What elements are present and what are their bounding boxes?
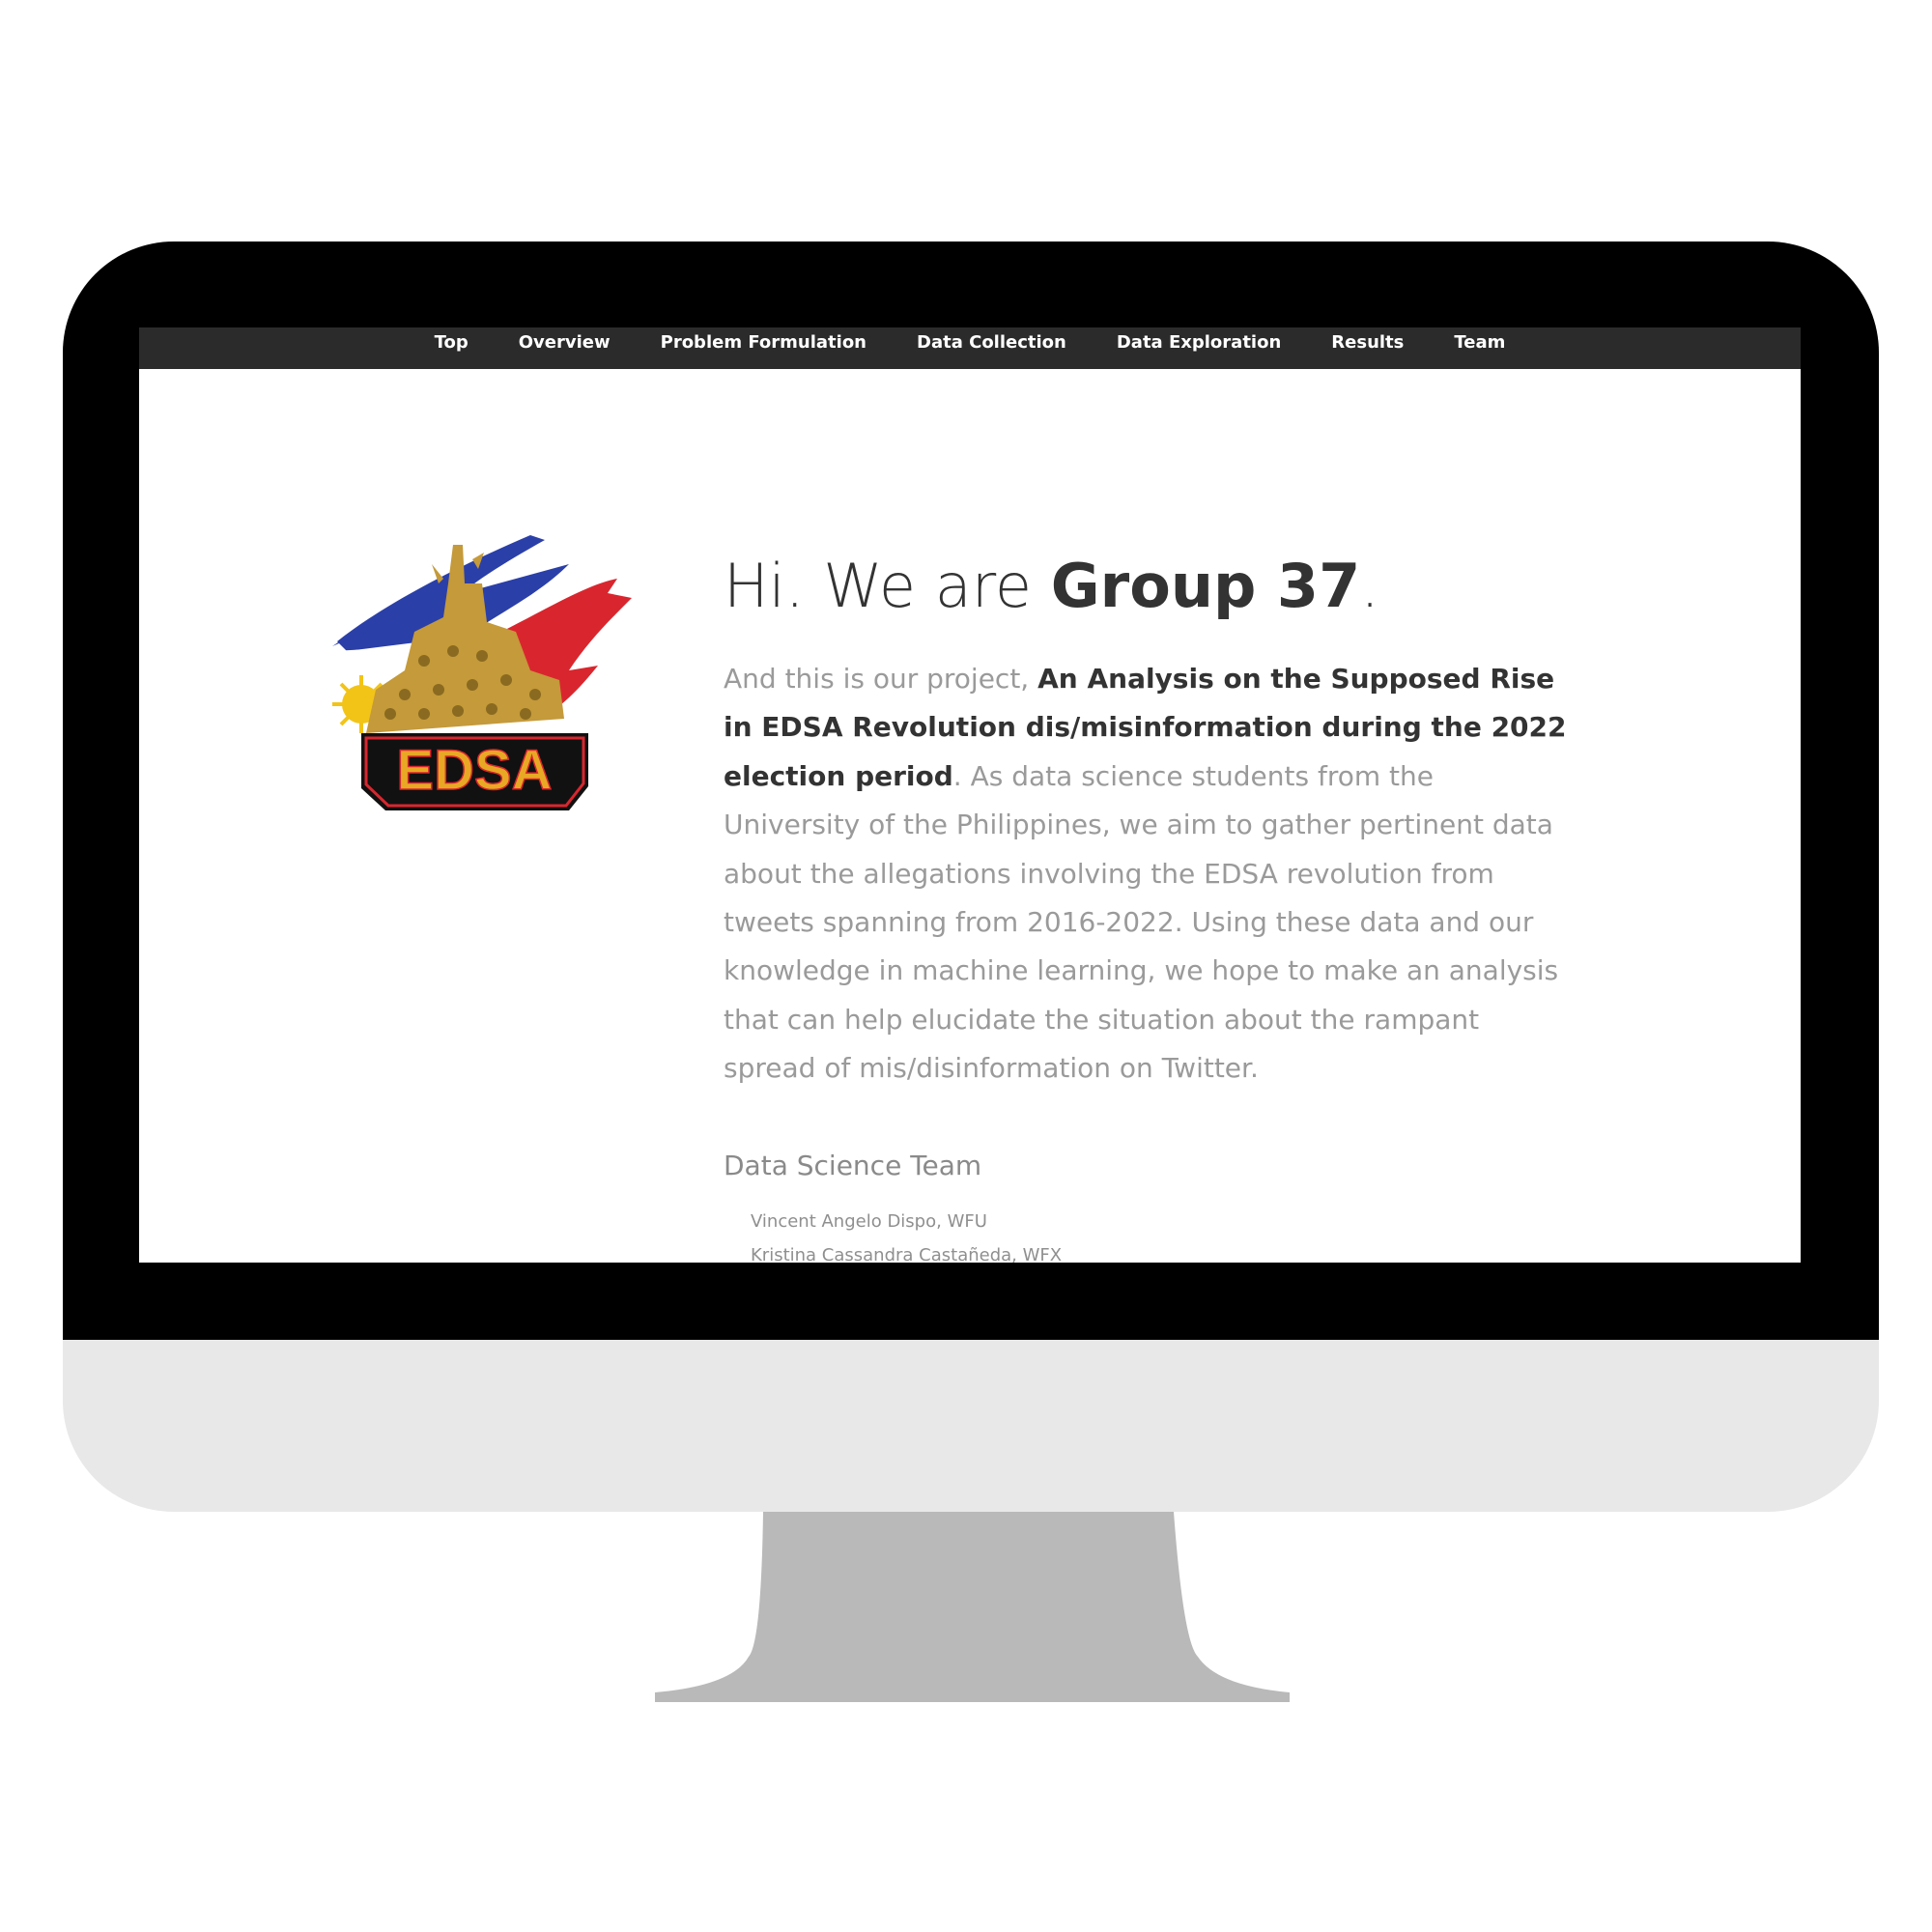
team-member: Kristina Cassandra Castañeda, WFX [751,1244,1063,1263]
nav-results[interactable]: Results [1306,327,1429,363]
monitor: Top Overview Problem Formulation Data Co… [63,242,1879,1512]
intro-content: Hi. We are Group 37. And this is our pro… [724,550,1593,1263]
edsa-logo-text: EDSA [396,739,552,802]
team-member: Vincent Angelo Dispo, WFU [751,1210,987,1232]
nav-problem-formulation[interactable]: Problem Formulation [636,327,892,363]
nav-top[interactable]: Top [410,327,494,363]
nav-data-collection[interactable]: Data Collection [892,327,1092,363]
nav-team[interactable]: Team [1429,327,1530,363]
nav-data-exploration[interactable]: Data Exploration [1092,327,1306,363]
edsa-logo: EDSA [332,535,632,810]
top-navbar: Top Overview Problem Formulation Data Co… [139,327,1801,369]
project-description: And this is our project, An Analysis on … [724,663,1567,1085]
team-heading: Data Science Team [724,1149,982,1181]
hero-heading: Hi. We are Group 37. [724,551,1379,621]
website-screen: Top Overview Problem Formulation Data Co… [139,327,1801,1263]
team-members: Vincent Angelo Dispo, WFU Kristina Cassa… [724,1205,1593,1263]
group-name: Group 37 [1050,551,1361,621]
nav-overview[interactable]: Overview [494,327,636,363]
